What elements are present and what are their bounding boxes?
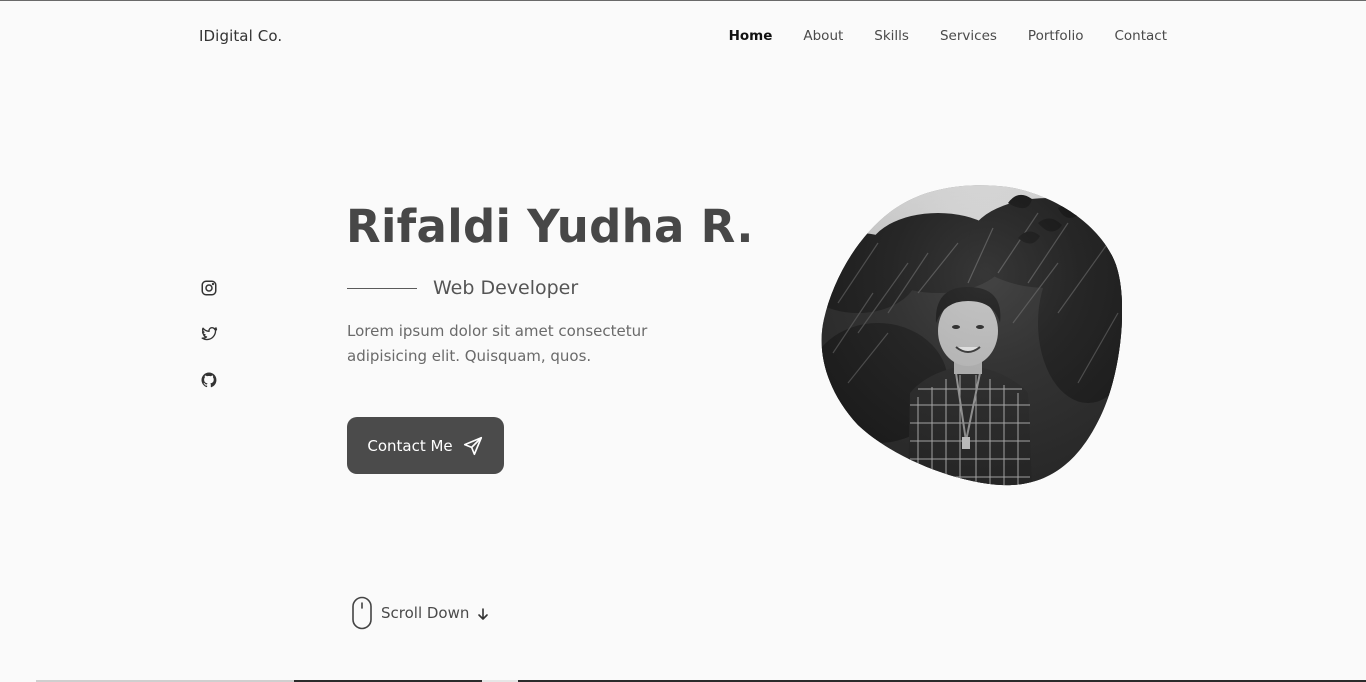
hero-name: Rifaldi Yudha R. (346, 200, 754, 253)
scroll-down-label: Scroll Down (381, 604, 470, 622)
hero-subtitle: Web Developer (433, 277, 579, 299)
top-border (0, 0, 1366, 1)
arrow-down-icon (476, 606, 490, 620)
nav-item-skills[interactable]: Skills (874, 28, 909, 44)
subtitle-divider (347, 287, 417, 289)
nav-item-about[interactable]: About (803, 28, 843, 44)
send-icon (462, 435, 484, 457)
contact-me-label: Contact Me (367, 436, 453, 455)
nav-item-services[interactable]: Services (940, 28, 997, 44)
profile-photo (818, 183, 1123, 487)
social-links (200, 279, 218, 417)
scroll-down-link[interactable]: Scroll Down (351, 596, 490, 630)
hero-description: Lorem ipsum dolor sit amet consectetur a… (347, 322, 648, 365)
site-header: IDigital Co. Home About Skills Services … (199, 26, 1167, 50)
contact-me-button[interactable]: Contact Me (347, 417, 504, 474)
instagram-icon[interactable] (200, 279, 218, 297)
subtitle-row: Web Developer (347, 275, 578, 301)
nav-item-contact[interactable]: Contact (1114, 28, 1167, 44)
nav-item-home[interactable]: Home (729, 28, 773, 44)
main-nav: Home About Skills Services Portfolio Con… (729, 28, 1167, 44)
logo[interactable]: IDigital Co. (199, 27, 282, 45)
mouse-icon (351, 596, 373, 630)
github-icon[interactable] (200, 371, 218, 389)
nav-item-portfolio[interactable]: Portfolio (1028, 28, 1084, 44)
twitter-icon[interactable] (200, 325, 218, 343)
